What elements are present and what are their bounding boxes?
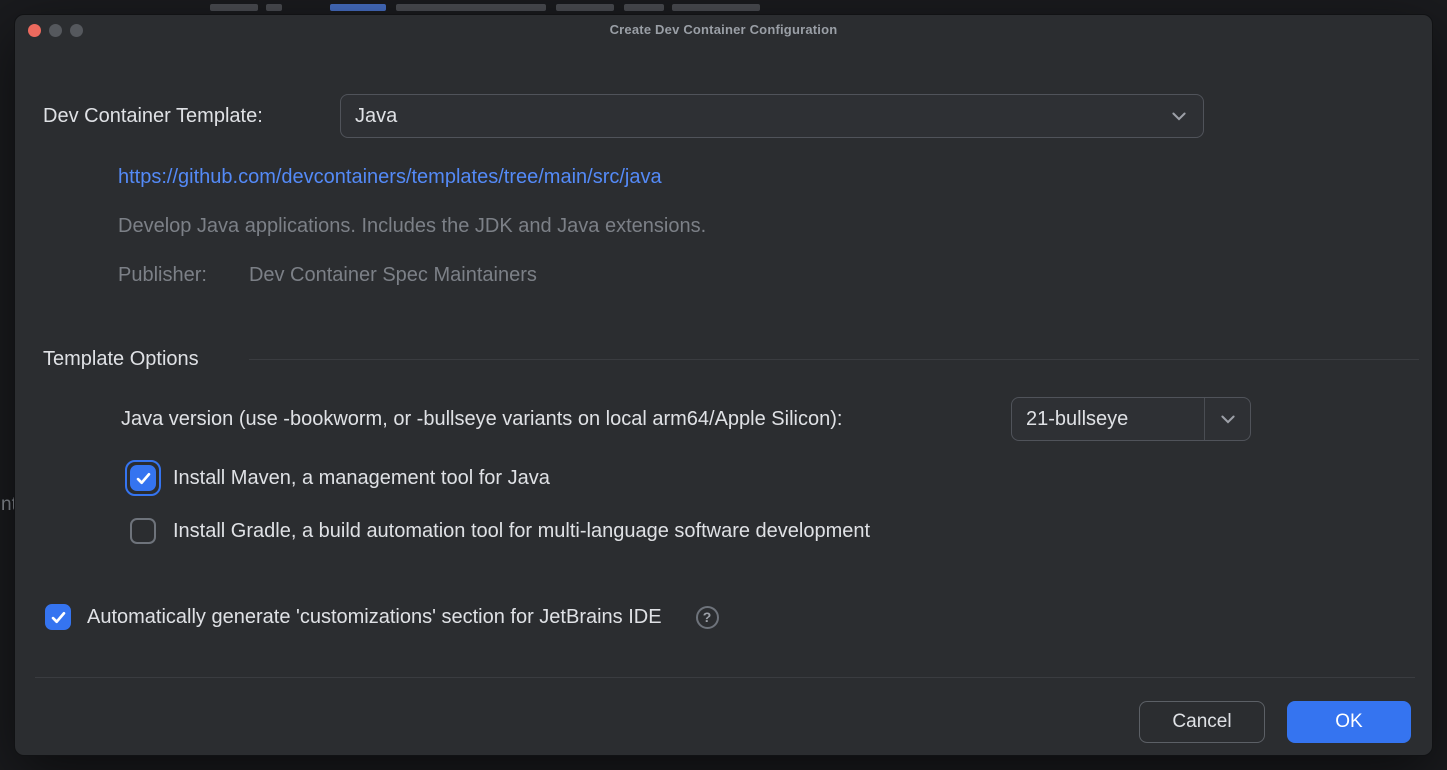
chevron-down-icon — [1204, 398, 1250, 440]
publisher-label: Publisher: — [118, 261, 207, 289]
template-label: Dev Container Template: — [43, 94, 263, 138]
java-version-select[interactable]: 21-bullseye — [1011, 397, 1251, 441]
background-text-blur — [672, 4, 760, 11]
publisher-row: Publisher: Dev Container Spec Maintainer… — [118, 261, 537, 289]
template-options-title: Template Options — [43, 345, 199, 373]
install-maven-label[interactable]: Install Maven, a management tool for Jav… — [173, 465, 550, 491]
java-version-value: 21-bullseye — [1012, 408, 1128, 431]
install-gradle-checkbox[interactable] — [130, 518, 156, 544]
install-gradle-label[interactable]: Install Gradle, a build automation tool … — [173, 518, 870, 544]
template-source-link[interactable]: https://github.com/devcontainers/templat… — [118, 163, 662, 191]
zoom-button[interactable] — [70, 24, 83, 37]
publisher-value: Dev Container Spec Maintainers — [249, 261, 537, 289]
ok-button[interactable]: OK — [1287, 701, 1411, 743]
dialog-titlebar[interactable]: Create Dev Container Configuration — [15, 15, 1432, 45]
customizations-checkbox-row: Automatically generate 'customizations' … — [45, 604, 719, 630]
close-button[interactable] — [28, 24, 41, 37]
create-dev-container-dialog: Create Dev Container Configuration Dev C… — [14, 14, 1433, 756]
install-maven-checkbox[interactable] — [130, 465, 156, 491]
cancel-button[interactable]: Cancel — [1139, 701, 1265, 743]
minimize-button[interactable] — [49, 24, 62, 37]
checkbox-focus-ring — [125, 460, 161, 496]
check-icon — [135, 470, 152, 487]
window-controls — [28, 24, 83, 37]
background-text-blur — [556, 4, 614, 11]
maven-checkbox-row: Install Maven, a management tool for Jav… — [125, 460, 550, 496]
window-title: Create Dev Container Configuration — [15, 15, 1432, 45]
gradle-checkbox-row: Install Gradle, a build automation tool … — [130, 518, 870, 544]
chevron-down-icon — [1167, 104, 1191, 128]
footer-divider — [35, 677, 1415, 678]
background-text-blur — [210, 4, 258, 11]
template-description: Develop Java applications. Includes the … — [118, 212, 706, 240]
screen: nt Create Dev Container Configuration De… — [0, 0, 1447, 770]
background-text-blur — [396, 4, 546, 11]
template-select-value: Java — [355, 105, 397, 128]
background-link-blur — [330, 4, 386, 11]
help-icon[interactable]: ? — [696, 606, 719, 629]
background-window — [0, 0, 1447, 14]
dev-container-template-select[interactable]: Java — [340, 94, 1204, 138]
generate-customizations-checkbox[interactable] — [45, 604, 71, 630]
section-divider — [249, 359, 1419, 360]
check-icon — [50, 609, 67, 626]
generate-customizations-label[interactable]: Automatically generate 'customizations' … — [87, 604, 662, 630]
java-version-label: Java version (use -bookworm, or -bullsey… — [121, 397, 842, 441]
background-text-blur — [266, 4, 282, 11]
background-text-blur — [624, 4, 664, 11]
